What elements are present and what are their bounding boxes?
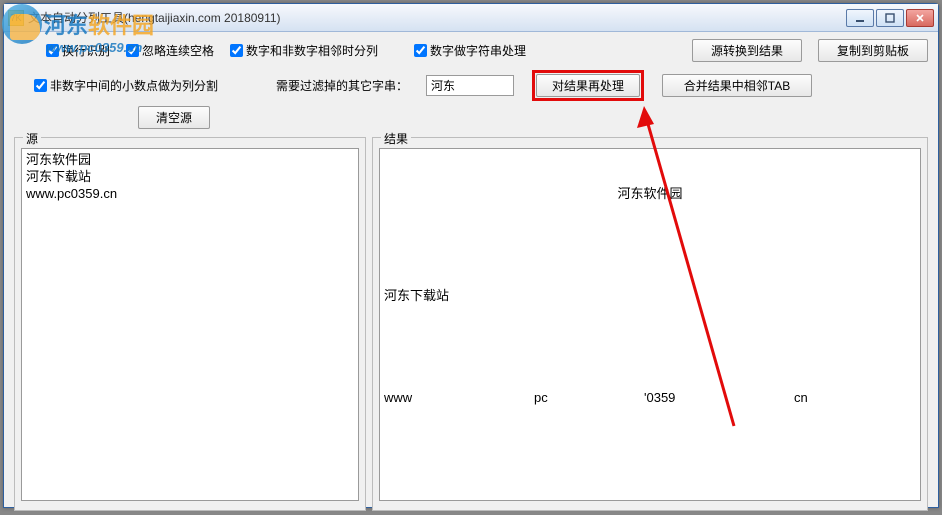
checkbox-digit-split[interactable]: 数字和非数字相邻时分列 <box>230 42 378 59</box>
window-controls <box>846 9 934 27</box>
checkbox-decimal-split[interactable]: 非数字中间的小数点做为列分割 <box>34 77 218 94</box>
result-groupbox-label: 结果 <box>381 130 411 147</box>
filter-input[interactable] <box>426 75 514 96</box>
result-blank-1 <box>384 236 916 253</box>
options-row-3: 清空源 <box>14 105 928 129</box>
checkbox-decimal-split-label: 非数字中间的小数点做为列分割 <box>50 77 218 94</box>
checkbox-digit-split-label: 数字和非数字相邻时分列 <box>246 42 378 59</box>
app-window: 7K 文本自动分列工具(hengtaijiaxin.com 20180911) … <box>3 3 939 508</box>
result-col-4: cn <box>794 389 808 406</box>
minimize-button[interactable] <box>846 9 874 27</box>
checkbox-decimal-split-input[interactable] <box>34 79 47 92</box>
options-row-1: 换行识别 忽略连续空格 数字和非数字相邻时分列 数字做字符串处理 源转换到结果 … <box>14 38 928 62</box>
source-textarea[interactable] <box>21 148 359 501</box>
window-title: 文本自动分列工具(hengtaijiaxin.com 20180911) <box>28 9 846 26</box>
groupboxes: 源 结果 河东软件园 河东下载站 www pc '0359 cn <box>14 137 928 511</box>
checkbox-ignore-spaces-input[interactable] <box>126 44 139 57</box>
result-groupbox: 结果 河东软件园 河东下载站 www pc '0359 cn <box>372 137 928 511</box>
convert-button[interactable]: 源转换到结果 <box>692 39 802 62</box>
checkbox-newline[interactable]: 换行识别 <box>46 42 110 59</box>
checkbox-digit-string-input[interactable] <box>414 44 427 57</box>
filter-label: 需要过滤掉的其它字串： <box>276 77 408 94</box>
result-blank-2 <box>384 338 916 355</box>
app-icon: 7K <box>8 10 24 26</box>
merge-tab-button[interactable]: 合并结果中相邻TAB <box>662 74 812 97</box>
highlight-frame: 对结果再处理 <box>532 70 644 101</box>
source-groupbox: 源 <box>14 137 366 511</box>
checkbox-newline-input[interactable] <box>46 44 59 57</box>
checkbox-ignore-spaces-label: 忽略连续空格 <box>142 42 214 59</box>
result-col-3: '0359 <box>644 389 794 406</box>
result-col-1: www <box>384 389 534 406</box>
result-line-2: 河东下载站 <box>384 287 916 304</box>
result-line-1: 河东软件园 <box>384 185 916 202</box>
source-groupbox-label: 源 <box>23 130 41 147</box>
checkbox-ignore-spaces[interactable]: 忽略连续空格 <box>126 42 214 59</box>
content-area: 换行识别 忽略连续空格 数字和非数字相邻时分列 数字做字符串处理 源转换到结果 … <box>4 32 938 515</box>
result-textarea[interactable]: 河东软件园 河东下载站 www pc '0359 cn <box>379 148 921 501</box>
titlebar[interactable]: 7K 文本自动分列工具(hengtaijiaxin.com 20180911) <box>4 4 938 32</box>
checkbox-newline-label: 换行识别 <box>62 42 110 59</box>
result-col-2: pc <box>534 389 644 406</box>
checkbox-digit-string[interactable]: 数字做字符串处理 <box>414 42 526 59</box>
checkbox-digit-string-label: 数字做字符串处理 <box>430 42 526 59</box>
reprocess-button[interactable]: 对结果再处理 <box>536 74 640 97</box>
options-row-2: 非数字中间的小数点做为列分割 需要过滤掉的其它字串： 对结果再处理 合并结果中相… <box>14 70 928 101</box>
close-button[interactable] <box>906 9 934 27</box>
copy-clipboard-button[interactable]: 复制到剪贴板 <box>818 39 928 62</box>
clear-source-button[interactable]: 清空源 <box>138 106 210 129</box>
maximize-button[interactable] <box>876 9 904 27</box>
checkbox-digit-split-input[interactable] <box>230 44 243 57</box>
result-columns-row: www pc '0359 cn <box>384 389 916 406</box>
